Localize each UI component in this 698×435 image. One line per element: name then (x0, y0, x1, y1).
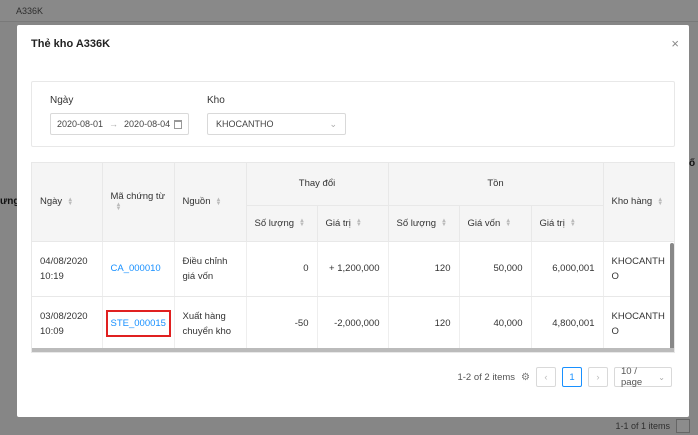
table-row: 03/08/2020 10:09 STE_000015 Xuất hàng chuy… (32, 296, 674, 352)
column-header-stock-value[interactable]: Giá trị ▲ ▼ (531, 205, 604, 242)
voucher-link[interactable]: CA_000010 (111, 263, 161, 274)
cell-stock-qty: 120 (388, 296, 460, 352)
cell-stock-cost: 40,000 (459, 296, 532, 352)
warehouse-select[interactable]: KHOCANTHO ⌄ (207, 113, 346, 135)
modal-title: Thẻ kho A336K (31, 38, 111, 50)
warehouse-select-value: KHOCANTHO (216, 119, 274, 129)
calendar-icon (174, 119, 182, 129)
table-row: 04/08/2020 10:19 CA_000010 Điều chỉnh giá … (32, 241, 674, 297)
sort-icon[interactable]: ▲ ▼ (505, 218, 511, 228)
column-group-stock: Tồn (388, 163, 604, 206)
filter-panel: Ngày 2020-08-01 → 2020-08-04 Kho KHOCANT… (31, 81, 675, 147)
cell-source: Xuất hàng chuyển kho (174, 296, 247, 352)
column-header-change-qty[interactable]: Số lượng ▲ ▼ (246, 205, 318, 242)
vertical-scrollbar[interactable] (670, 243, 674, 352)
gear-icon[interactable]: ⚙ (521, 372, 530, 383)
cell-stock-value: 6,000,001 (531, 241, 604, 297)
cell-change-qty: -50 (246, 296, 318, 352)
column-header-voucher[interactable]: Mã chứng từ▲ ▼ (102, 163, 175, 242)
date-from[interactable]: 2020-08-01 (57, 119, 103, 129)
page-number-button[interactable]: 1 (562, 367, 582, 387)
sort-icon[interactable]: ▲ ▼ (441, 218, 447, 228)
chevron-down-icon: ⌄ (658, 372, 665, 382)
date-to[interactable]: 2020-08-04 (124, 119, 170, 129)
cell-date: 03/08/2020 10:09 (32, 296, 103, 352)
cell-change-value: + 1,200,000 (317, 241, 389, 297)
sort-icon[interactable]: ▲ ▼ (356, 218, 362, 228)
column-header-stock-qty[interactable]: Số lượng ▲ ▼ (388, 205, 460, 242)
sort-icon[interactable]: ▲ ▼ (299, 218, 305, 228)
date-range-picker[interactable]: 2020-08-01 → 2020-08-04 (50, 113, 189, 135)
highlight-box: STE_000015 (105, 310, 171, 337)
warehouse-label: Kho (207, 95, 225, 106)
cell-change-value: -2,000,000 (317, 296, 389, 352)
sort-icon[interactable]: ▲ ▼ (570, 218, 576, 228)
cell-stock-qty: 120 (388, 241, 460, 297)
sort-icon[interactable]: ▲ ▼ (67, 197, 73, 207)
column-header-warehouse[interactable]: Kho hàng ▲ ▼ (603, 163, 674, 242)
sort-icon[interactable]: ▲ ▼ (657, 197, 663, 207)
pagination: 1-2 of 2 items ⚙ ‹ 1 › 10 / page ⌄ (457, 366, 672, 388)
date-label: Ngày (50, 95, 74, 106)
modal-header: Thẻ kho A336K × (17, 25, 689, 63)
sort-icon[interactable]: ▲ ▼ (116, 202, 122, 212)
close-icon[interactable]: × (671, 36, 679, 51)
prev-page-button[interactable]: ‹ (536, 367, 556, 387)
column-header-stock-cost[interactable]: Giá vốn ▲ ▼ (459, 205, 532, 242)
arrow-right-icon: → (109, 119, 119, 129)
sort-icon[interactable]: ▲ ▼ (216, 197, 222, 207)
next-page-button[interactable]: › (588, 367, 608, 387)
column-header-source[interactable]: Nguồn ▲ ▼ (174, 163, 247, 242)
stock-card-table: Ngày ▲ ▼ Mã chứng từ▲ ▼ Nguồn ▲ ▼ Thay đổi Tồ… (31, 162, 675, 353)
page-size-select[interactable]: 10 / page ⌄ (614, 366, 672, 388)
horizontal-scrollbar[interactable] (32, 348, 674, 352)
stock-card-modal: Thẻ kho A336K × Ngày 2020-08-01 → 2020-0… (17, 25, 689, 417)
column-group-change: Thay đổi (246, 163, 389, 206)
cell-stock-cost: 50,000 (459, 241, 532, 297)
chevron-down-icon: ⌄ (329, 118, 337, 129)
cell-date: 04/08/2020 10:19 (32, 241, 103, 297)
column-header-change-value[interactable]: Giá trị ▲ ▼ (317, 205, 389, 242)
page-size-value: 10 / page (621, 366, 643, 388)
column-header-date[interactable]: Ngày ▲ ▼ (32, 163, 103, 242)
cell-source: Điều chỉnh giá vốn (174, 241, 247, 297)
cell-stock-value: 4,800,001 (531, 296, 604, 352)
pagination-summary: 1-2 of 2 items (457, 371, 516, 383)
cell-voucher: CA_000010 (102, 241, 175, 297)
cell-voucher: STE_000015 (102, 296, 175, 352)
voucher-link[interactable]: STE_000015 (111, 318, 166, 329)
cell-warehouse: KHOCANTH O (603, 296, 674, 352)
cell-change-qty: 0 (246, 241, 318, 297)
cell-warehouse: KHOCANTH O (603, 241, 674, 297)
